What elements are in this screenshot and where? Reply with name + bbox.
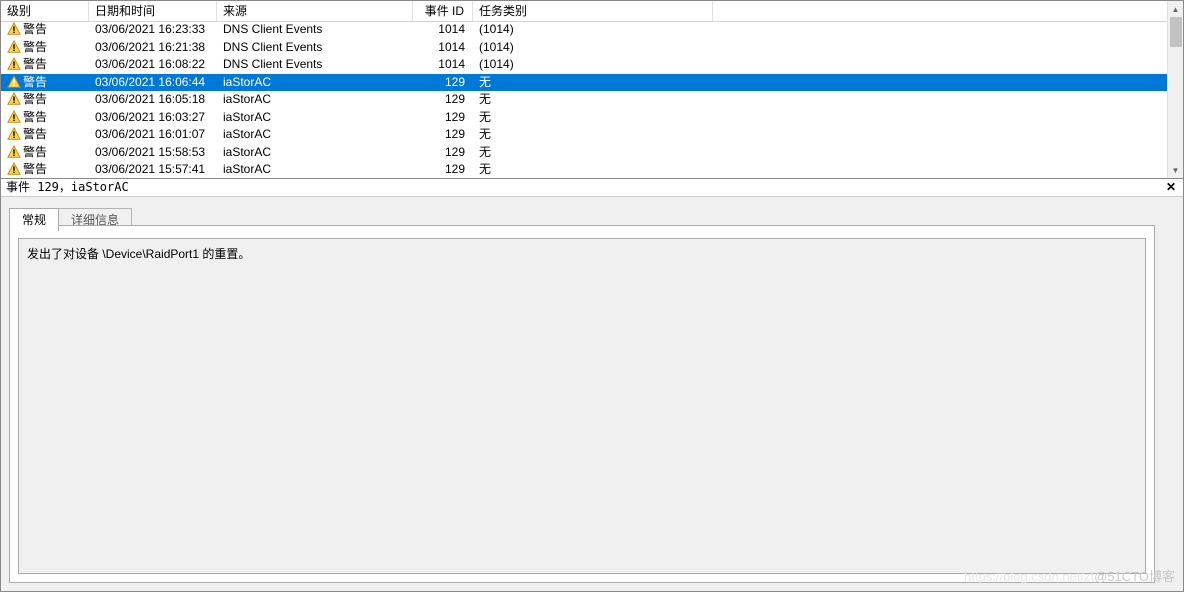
cell-category: 无 xyxy=(473,109,713,127)
cell-level: 警告 xyxy=(1,91,89,109)
cell-eventid: 129 xyxy=(413,144,473,162)
cell-datetime: 03/06/2021 16:06:44 xyxy=(89,74,217,92)
detail-title: 事件 129，iaStorAC xyxy=(6,179,129,196)
level-label: 警告 xyxy=(23,57,47,71)
warning-icon xyxy=(7,40,21,54)
cell-eventid: 1014 xyxy=(413,21,473,39)
cell-datetime: 03/06/2021 16:21:38 xyxy=(89,39,217,57)
detail-text-box: 发出了对设备 \Device\RaidPort1 的重置。 xyxy=(18,238,1146,574)
list-scrollbar[interactable]: ▲ ▼ xyxy=(1167,1,1183,178)
warning-icon xyxy=(7,57,21,71)
event-list-panel: 级别 日期和时间 来源 事件 ID 任务类别 警告 03/06/2021 16:2… xyxy=(1,1,1183,179)
col-header-category[interactable]: 任务类别 xyxy=(473,1,713,21)
detail-text: 发出了对设备 \Device\RaidPort1 的重置。 xyxy=(27,247,250,261)
close-icon[interactable]: ✕ xyxy=(1164,179,1178,196)
table-row[interactable]: 警告 03/06/2021 16:01:07iaStorAC129无 xyxy=(1,126,1167,144)
level-label: 警告 xyxy=(23,110,47,124)
cell-level: 警告 xyxy=(1,39,89,57)
tab-general[interactable]: 常规 xyxy=(9,208,59,231)
cell-category: 无 xyxy=(473,74,713,92)
level-label: 警告 xyxy=(23,75,47,89)
cell-category: (1014) xyxy=(473,21,713,39)
cell-category: (1014) xyxy=(473,39,713,57)
cell-category: 无 xyxy=(473,161,713,178)
cell-category: 无 xyxy=(473,144,713,162)
col-header-eventid[interactable]: 事件 ID xyxy=(413,1,473,21)
cell-datetime: 03/06/2021 15:58:53 xyxy=(89,144,217,162)
col-header-level[interactable]: 级别 xyxy=(1,1,89,21)
cell-datetime: 03/06/2021 16:01:07 xyxy=(89,126,217,144)
table-row[interactable]: 警告 03/06/2021 15:58:53iaStorAC129无 xyxy=(1,144,1167,162)
col-header-datetime[interactable]: 日期和时间 xyxy=(89,1,217,21)
cell-eventid: 129 xyxy=(413,74,473,92)
detail-titlebar: 事件 129，iaStorAC ✕ xyxy=(1,179,1183,197)
cell-source: iaStorAC xyxy=(217,109,413,127)
cell-level: 警告 xyxy=(1,109,89,127)
cell-level: 警告 xyxy=(1,74,89,92)
table-row[interactable]: 警告 03/06/2021 16:23:33DNS Client Events10… xyxy=(1,21,1167,39)
table-row[interactable]: 警告 03/06/2021 16:21:38DNS Client Events10… xyxy=(1,39,1167,57)
warning-icon xyxy=(7,75,21,89)
cell-source: DNS Client Events xyxy=(217,39,413,57)
table-row[interactable]: 警告 03/06/2021 16:05:18iaStorAC129无 xyxy=(1,91,1167,109)
cell-category: (1014) xyxy=(473,56,713,74)
cell-source: DNS Client Events xyxy=(217,21,413,39)
cell-eventid: 1014 xyxy=(413,56,473,74)
col-header-source[interactable]: 来源 xyxy=(217,1,413,21)
level-label: 警告 xyxy=(23,22,47,36)
warning-icon xyxy=(7,162,21,176)
cell-datetime: 03/06/2021 15:57:41 xyxy=(89,161,217,178)
table-row[interactable]: 警告 03/06/2021 16:03:27iaStorAC129无 xyxy=(1,109,1167,127)
warning-icon xyxy=(7,92,21,106)
cell-category: 无 xyxy=(473,91,713,109)
cell-level: 警告 xyxy=(1,144,89,162)
scroll-down-icon[interactable]: ▼ xyxy=(1168,162,1183,178)
cell-level: 警告 xyxy=(1,161,89,178)
warning-icon xyxy=(7,110,21,124)
warning-icon xyxy=(7,145,21,159)
cell-source: DNS Client Events xyxy=(217,56,413,74)
warning-icon xyxy=(7,127,21,141)
cell-level: 警告 xyxy=(1,21,89,39)
level-label: 警告 xyxy=(23,145,47,159)
cell-eventid: 129 xyxy=(413,109,473,127)
level-label: 警告 xyxy=(23,40,47,54)
cell-eventid: 129 xyxy=(413,126,473,144)
cell-eventid: 129 xyxy=(413,91,473,109)
cell-source: iaStorAC xyxy=(217,126,413,144)
detail-body: 发出了对设备 \Device\RaidPort1 的重置。 xyxy=(9,225,1155,583)
cell-source: iaStorAC xyxy=(217,144,413,162)
table-row[interactable]: 警告 03/06/2021 15:57:41iaStorAC129无 xyxy=(1,161,1167,178)
cell-datetime: 03/06/2021 16:08:22 xyxy=(89,56,217,74)
scroll-thumb[interactable] xyxy=(1170,17,1182,47)
cell-source: iaStorAC xyxy=(217,161,413,178)
cell-eventid: 129 xyxy=(413,161,473,178)
cell-category: 无 xyxy=(473,126,713,144)
table-row[interactable]: 警告 03/06/2021 16:08:22DNS Client Events10… xyxy=(1,56,1167,74)
warning-icon xyxy=(7,22,21,36)
cell-level: 警告 xyxy=(1,126,89,144)
cell-datetime: 03/06/2021 16:03:27 xyxy=(89,109,217,127)
cell-datetime: 03/06/2021 16:05:18 xyxy=(89,91,217,109)
scroll-up-icon[interactable]: ▲ xyxy=(1168,1,1183,17)
cell-source: iaStorAC xyxy=(217,74,413,92)
list-header-row: 级别 日期和时间 来源 事件 ID 任务类别 xyxy=(1,1,1183,22)
cell-eventid: 1014 xyxy=(413,39,473,57)
cell-source: iaStorAC xyxy=(217,91,413,109)
level-label: 警告 xyxy=(23,92,47,106)
details-panel: 常规 详细信息 发出了对设备 \Device\RaidPort1 的重置。 ht… xyxy=(1,197,1183,591)
table-row[interactable]: 警告 03/06/2021 16:06:44iaStorAC129无 xyxy=(1,74,1167,92)
cell-datetime: 03/06/2021 16:23:33 xyxy=(89,21,217,39)
level-label: 警告 xyxy=(23,127,47,141)
level-label: 警告 xyxy=(23,162,47,176)
cell-level: 警告 xyxy=(1,56,89,74)
